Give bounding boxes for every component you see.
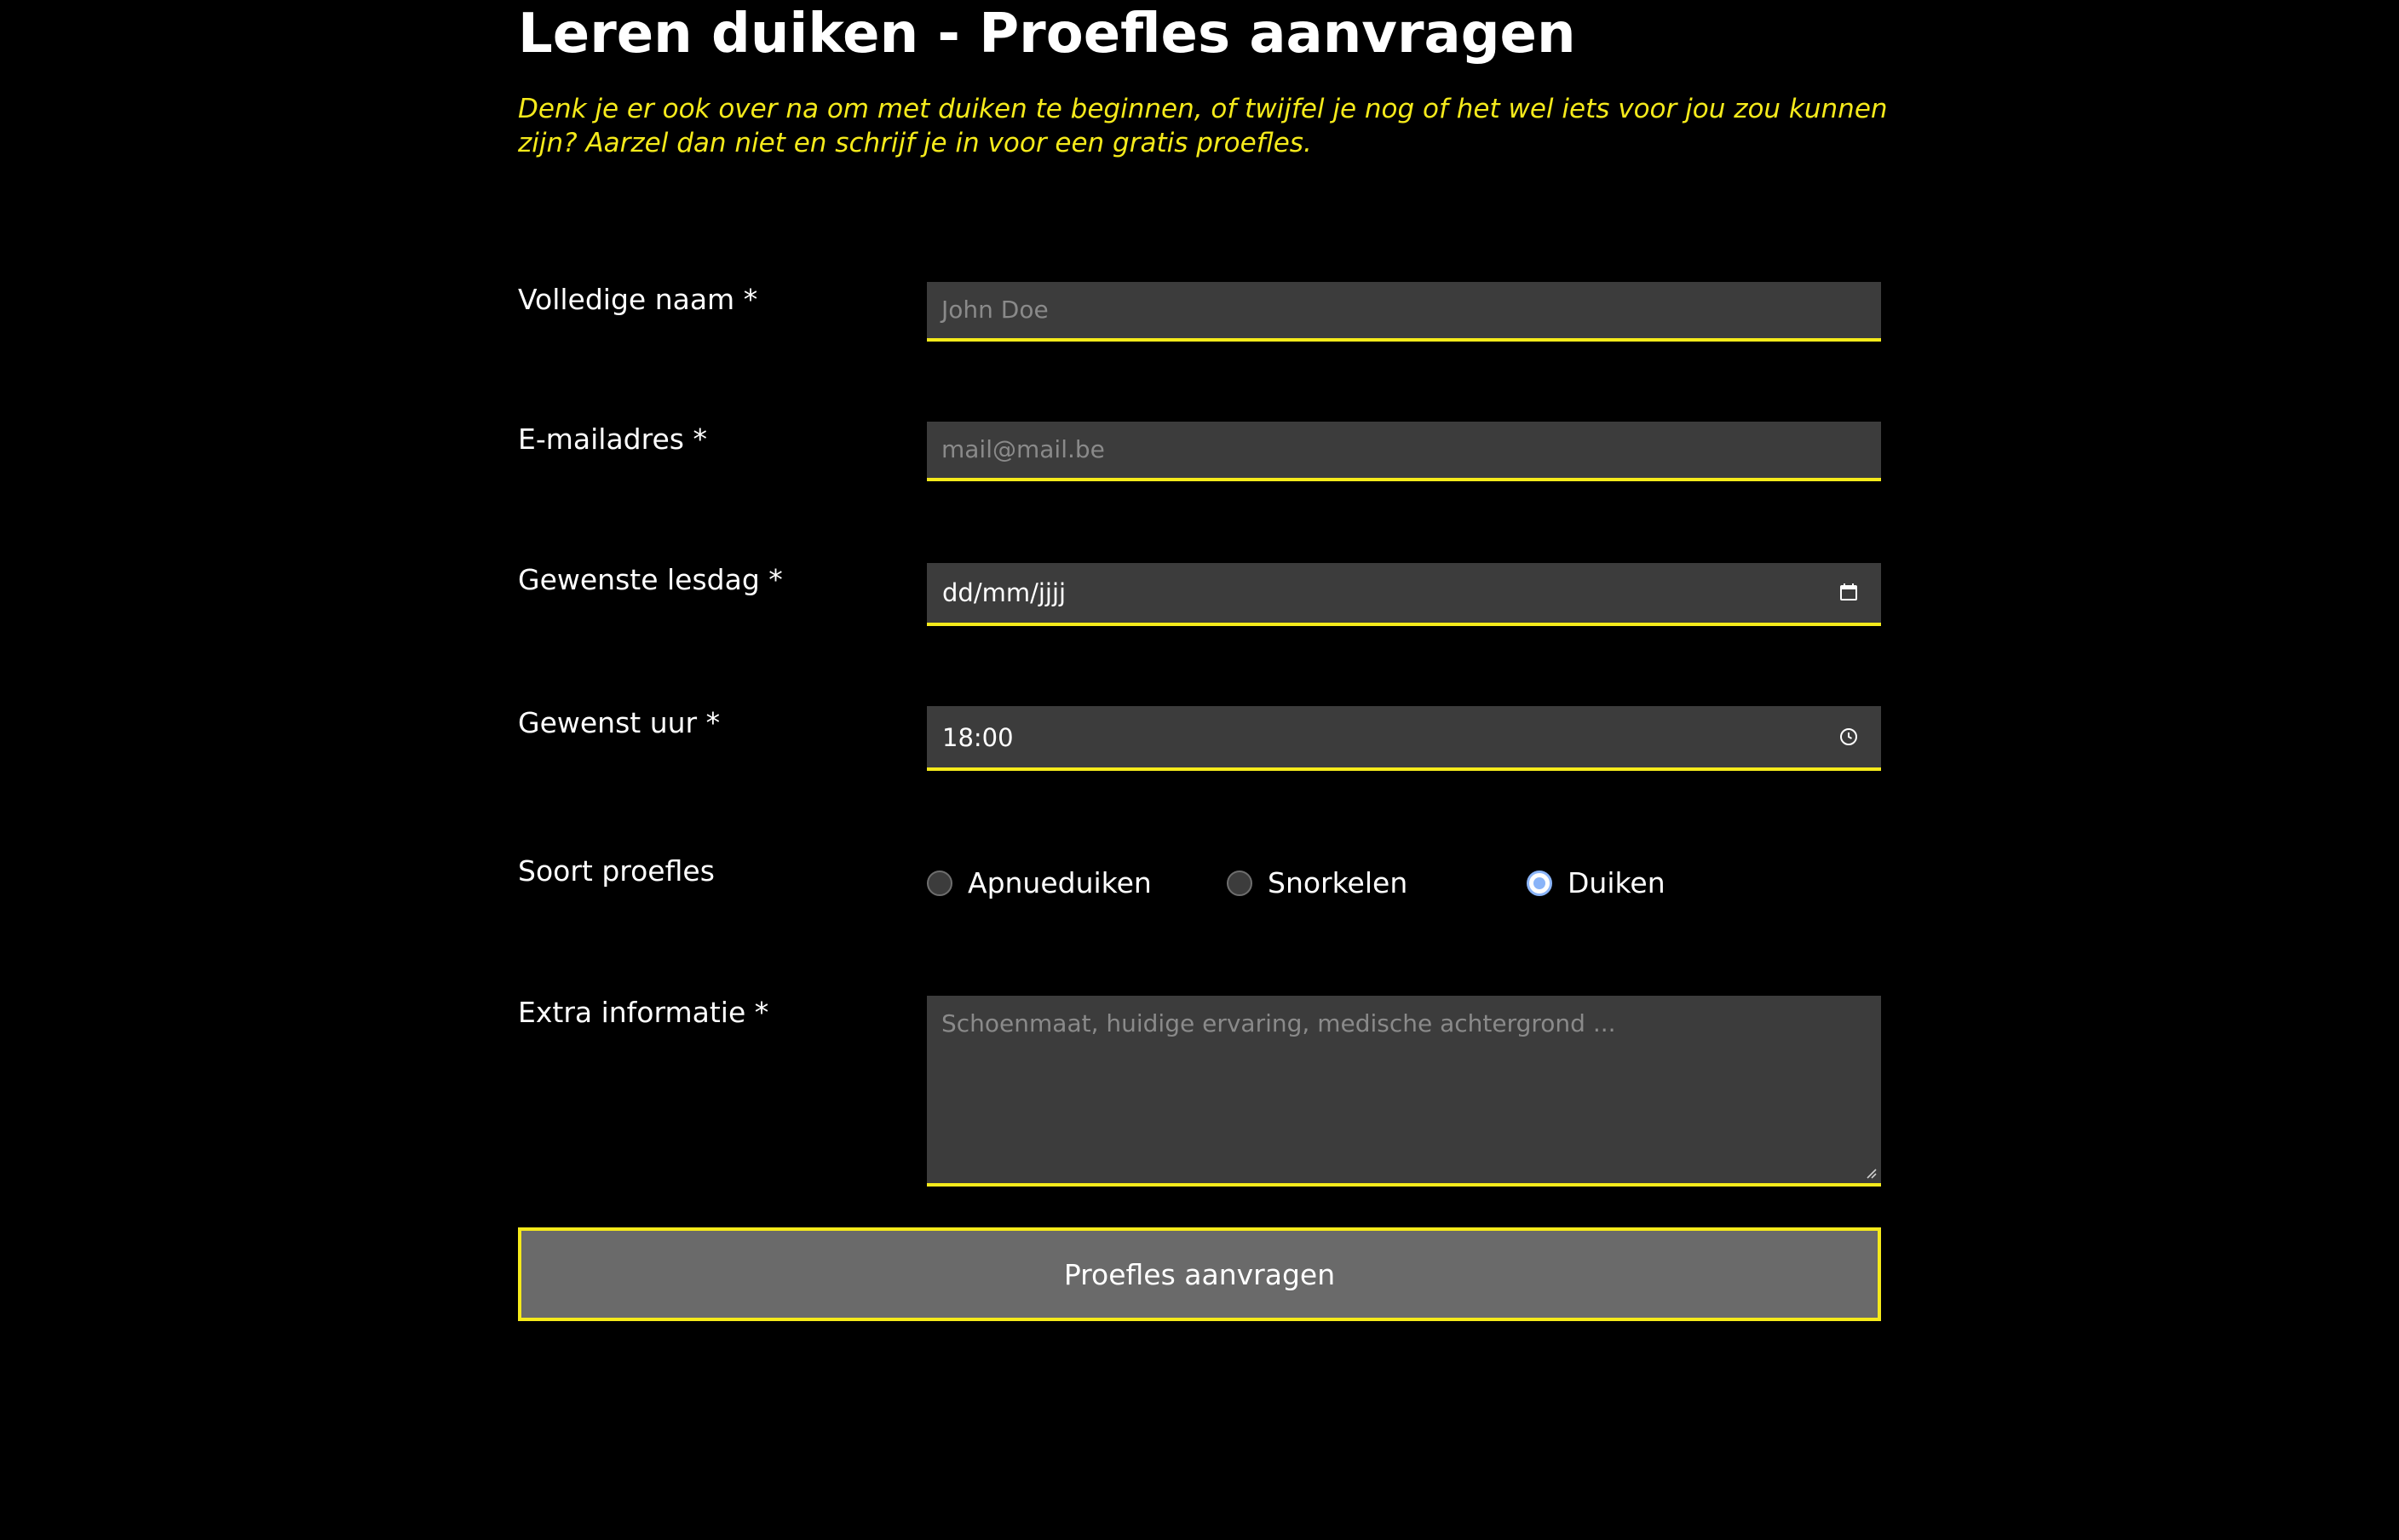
- email-label: E-mailadres *: [518, 422, 707, 456]
- radio-circle[interactable]: [927, 871, 952, 896]
- date-display: dd/mm/jjjj: [942, 578, 1067, 607]
- radio-label: Snorkelen: [1268, 866, 1408, 899]
- radio-circle-checked[interactable]: [1527, 871, 1552, 896]
- date-input[interactable]: dd/mm/jjjj: [927, 563, 1881, 626]
- name-placeholder: John Doe: [941, 296, 1049, 324]
- radio-label: Duiken: [1568, 866, 1665, 899]
- intro-text: Denk je er ook over na om met duiken te …: [518, 94, 1888, 158]
- radio-circle[interactable]: [1227, 871, 1252, 896]
- extra-info-placeholder: Schoenmaat, huidige ervaring, medische a…: [941, 1009, 1616, 1037]
- page-title: Leren duiken - Proefles aanvragen: [518, 3, 1576, 66]
- time-value: 18:00: [942, 723, 1014, 752]
- name-input[interactable]: John Doe: [927, 282, 1881, 342]
- radio-label: Apnueduiken: [968, 866, 1152, 899]
- calendar-icon[interactable]: [1838, 582, 1859, 602]
- time-label: Gewenst uur *: [518, 706, 721, 739]
- submit-button[interactable]: Proefles aanvragen: [518, 1227, 1881, 1321]
- extra-info-textarea[interactable]: Schoenmaat, huidige ervaring, medische a…: [927, 996, 1881, 1187]
- time-input[interactable]: 18:00: [927, 706, 1881, 771]
- clock-icon[interactable]: [1838, 727, 1859, 747]
- lesson-type-radio-group: Apnueduiken Snorkelen Duiken: [927, 865, 1881, 904]
- extra-info-label: Extra informatie *: [518, 996, 769, 1029]
- resize-grip-icon[interactable]: [1864, 1166, 1878, 1180]
- page: Leren duiken - Proefles aanvragen Denk j…: [0, 0, 2399, 1540]
- name-label: Volledige naam *: [518, 283, 758, 316]
- email-input[interactable]: mail@mail.be: [927, 422, 1881, 481]
- email-placeholder: mail@mail.be: [941, 435, 1105, 463]
- date-label: Gewenste lesdag *: [518, 563, 783, 596]
- lesson-type-label: Soort proefles: [518, 854, 715, 888]
